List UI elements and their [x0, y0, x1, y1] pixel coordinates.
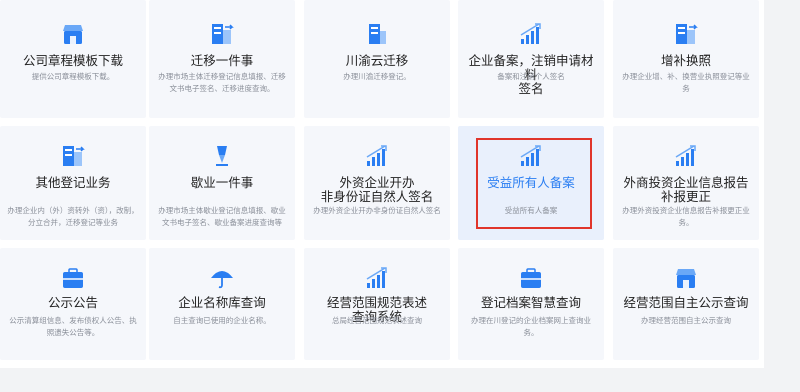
service-title: 川渝云迁移 — [345, 53, 409, 68]
service-description: 办理在川登记的企业档案网上查询业务。 — [471, 316, 591, 337]
briefcase-icon — [60, 266, 86, 290]
service-card[interactable]: 公示公告公示清算组信息、发布债权人公告、执照遗失公告等。 — [0, 248, 146, 360]
service-title: 迁移一件事 — [190, 53, 254, 68]
transfer-icon — [60, 144, 86, 168]
service-description: 办理企业增、补、换营业执照登记等业务 — [622, 72, 750, 93]
service-title: 外资企业开办 非身份证自然人签名 — [320, 175, 434, 204]
service-card[interactable]: 经营范围规范表述 查询系统 总局经营范围规范表述查询 — [304, 248, 450, 360]
service-card[interactable]: 增补换照办理企业增、补、换营业执照登记等业务 — [613, 0, 759, 118]
service-description: 办理市场主体迁移登记信息填报、迁移文书电子签名、迁移进度查询。 — [158, 72, 286, 93]
building-icon — [364, 22, 390, 46]
service-title: 公示公告 — [47, 295, 98, 310]
service-card[interactable]: 经营范围自主公示查询办理经营范围自主公示查询 — [613, 248, 759, 360]
service-card[interactable]: 受益所有人备案 受益所有人备案 — [458, 126, 604, 240]
service-description: 办理外资投资企业信息报告补报更正业务。 — [622, 206, 750, 227]
service-card[interactable]: 外资企业开办 非身份证自然人签名办理外资企业开办非身份证自然人签名 — [304, 126, 450, 240]
service-description: 公示清算组信息、发布债权人公告、执照遗失公告等。 — [9, 316, 137, 337]
pen-icon — [209, 144, 235, 168]
right-gutter — [764, 0, 800, 392]
service-description: 总局经营范围规范表述查询 — [332, 316, 422, 325]
service-grid: 公司章程模板下载 提供公司章程模板下载。 迁移一件事 办理市场主体迁移登记信息填报、迁… — [0, 0, 764, 368]
service-description: 办理经营范围自主公示查询 — [641, 316, 731, 325]
store-icon — [673, 266, 699, 290]
bottom-gutter — [0, 368, 800, 392]
service-description: 办理外资企业开办非身份证自然人签名 — [313, 206, 441, 215]
service-description: 办理市场主体歇业登记信息填报、歇业文书电子签名、歇业备案进度查询等 — [158, 206, 286, 227]
service-title: 企业名称库查询 — [178, 295, 266, 310]
transfer-icon — [673, 22, 699, 46]
briefcase-icon — [518, 266, 544, 290]
bar-chart-icon — [364, 144, 390, 168]
service-description: 办理川渝迁移登记。 — [343, 72, 411, 81]
service-card[interactable]: 企业名称库查询自主查询已使用的企业名称。 — [149, 248, 295, 360]
service-card[interactable]: 登记档案智慧查询办理在川登记的企业档案网上查询业务。 — [458, 248, 604, 360]
service-description: 办理企业内（外）资转外（资），改制，分立合并，迁移登记等业务 — [7, 206, 139, 227]
service-card[interactable]: 歇业一件事办理市场主体歇业登记信息填报、歇业文书电子签名、歇业备案进度查询等 — [149, 126, 295, 240]
service-title: 经营范围自主公示查询 — [623, 295, 749, 310]
service-title: 登记档案智慧查询 — [480, 295, 581, 310]
store-icon — [60, 22, 86, 46]
service-card[interactable]: 公司章程模板下载提供公司章程模板下载。 — [0, 0, 146, 118]
transfer-icon — [209, 22, 235, 46]
service-title: 增补换照 — [660, 53, 711, 68]
umbrella-icon — [209, 266, 235, 290]
service-title: 受益所有人备案 — [487, 175, 575, 190]
service-card[interactable]: 外商投资企业信息报告 补报更正 办理外资投资企业信息报告补报更正业务。 — [613, 126, 759, 240]
service-card[interactable]: 迁移一件事办理市场主体迁移登记信息填报、迁移文书电子签名、迁移进度查询。 — [149, 0, 295, 118]
service-description: 备案和注销个人签名 — [497, 72, 565, 81]
service-title: 其他登记业务 — [35, 175, 111, 190]
service-description: 受益所有人备案 — [504, 206, 558, 215]
service-title: 歇业一件事 — [190, 175, 254, 190]
service-description: 自主查询已使用的企业名称。 — [173, 316, 271, 325]
service-description: 提供公司章程模板下载。 — [31, 72, 115, 81]
bar-chart-icon — [518, 144, 544, 168]
bar-chart-icon — [518, 22, 544, 46]
bar-chart-icon — [673, 144, 699, 168]
service-title: 公司章程模板下载 — [22, 53, 123, 68]
service-card[interactable]: 其他登记业务办理企业内（外）资转外（资），改制，分立合并，迁移登记等业务 — [0, 126, 146, 240]
service-card[interactable]: 川渝云迁移办理川渝迁移登记。 — [304, 0, 450, 118]
bar-chart-icon — [364, 266, 390, 290]
service-title: 外商投资企业信息报告 补报更正 — [623, 175, 749, 204]
service-card[interactable]: 企业备案，注销申请材料 签名 备案和注销个人签名 — [458, 0, 604, 118]
